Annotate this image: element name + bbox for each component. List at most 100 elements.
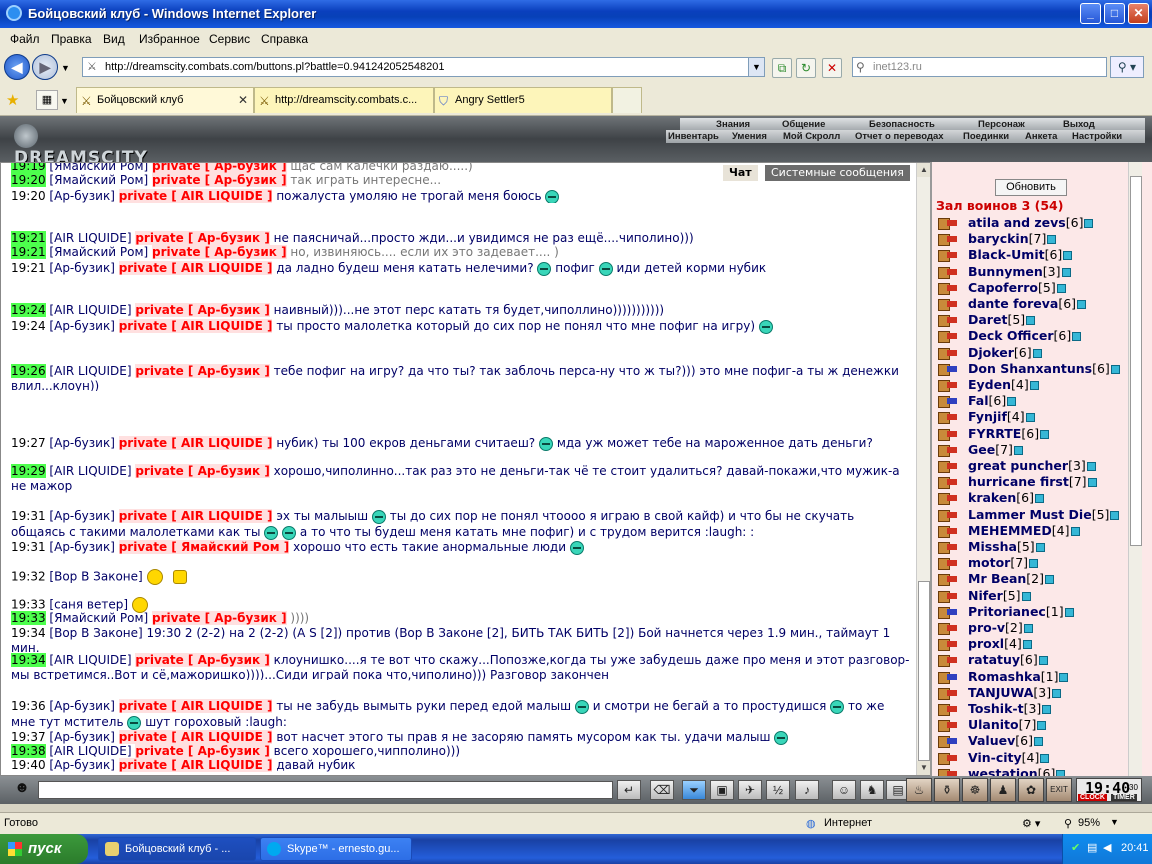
msg-nick[interactable]: [Ямайский Ром] [49, 245, 148, 259]
player-name[interactable]: Bunnymen [968, 264, 1043, 279]
tray-skype-icon[interactable]: ✔ [1071, 841, 1080, 854]
player-name[interactable]: TANJUWA [968, 685, 1033, 700]
pawn-icon[interactable]: ♟ [990, 778, 1016, 802]
menu-help[interactable]: Справка [261, 32, 308, 46]
bottle-icon[interactable]: ♨ [906, 778, 932, 802]
menu-view[interactable]: Вид [103, 32, 125, 46]
scroll-down-icon[interactable]: ▼ [917, 761, 931, 775]
msg-private[interactable]: private [ AIR LIQUIDE ] [118, 436, 273, 450]
menu-settings[interactable]: Настройки [1072, 131, 1122, 144]
player-info-icon[interactable] [1025, 413, 1035, 423]
msg-private[interactable]: private [ AIR LIQUIDE ] [118, 509, 273, 523]
player-name[interactable]: atila and zevs [968, 215, 1066, 230]
msg-private[interactable]: private [ AIR LIQUIDE ] [118, 319, 273, 333]
task-skype[interactable]: Skype™ - ernesto.gu... [260, 837, 412, 861]
music-icon[interactable]: ♪ [795, 780, 819, 800]
player-name[interactable]: Mr Bean [968, 571, 1026, 586]
tray-volume-icon[interactable]: ◀ [1103, 841, 1111, 854]
eraser-icon[interactable]: ⌫ [650, 780, 674, 800]
zoom-dropdown-icon[interactable]: ▼ [1110, 817, 1119, 827]
security-icon[interactable]: ⚙ ▾ [1022, 817, 1040, 830]
player-info-icon[interactable] [1037, 721, 1047, 731]
player-name[interactable]: Valuev [968, 733, 1015, 748]
new-tab-button[interactable] [612, 87, 642, 113]
msg-nick[interactable]: [Ар-бузик] [49, 730, 114, 744]
player-info-icon[interactable] [1052, 688, 1062, 698]
player-info-icon[interactable] [1035, 543, 1045, 552]
player-name[interactable]: Daret [968, 312, 1007, 327]
tab-angry-settler[interactable]: ⛉ Angry Settler5 [434, 87, 612, 113]
player-info-icon[interactable] [1087, 478, 1097, 488]
tab-list-dropdown-icon[interactable]: ▼ [60, 96, 69, 106]
tab-system-messages[interactable]: Системные сообщения [765, 165, 910, 181]
player-info-icon[interactable] [1040, 753, 1050, 763]
menu-transfer-report[interactable]: Отчет о переводах [855, 131, 944, 144]
player-info-icon[interactable] [1059, 672, 1069, 682]
player-name[interactable]: Fynjif [968, 409, 1007, 424]
player-info-icon[interactable] [1072, 332, 1082, 342]
player-name[interactable]: proxl [968, 636, 1004, 651]
player-info-icon[interactable] [1029, 559, 1039, 569]
msg-nick[interactable]: [Ар-бузик] [49, 189, 114, 203]
msg-private[interactable]: private [ Ар-бузик ] [135, 744, 270, 758]
player-info-icon[interactable] [1007, 397, 1017, 407]
player-name[interactable]: Don Shanxantuns [968, 361, 1092, 376]
menu-skills[interactable]: Умения [732, 131, 767, 144]
player-name[interactable]: ratatuy [968, 652, 1020, 667]
menu-tools[interactable]: Сервис [209, 32, 250, 46]
tab-fight-club[interactable]: ⚔ Бойцовский клуб ✕ [76, 87, 254, 113]
msg-private[interactable]: private [ Ар-бузик ] [152, 173, 287, 187]
player-info-icon[interactable] [1063, 251, 1073, 261]
msg-nick[interactable]: [AIR LIQUIDE] [49, 364, 131, 378]
refresh-icon[interactable]: ↻ [796, 58, 816, 78]
stop-icon[interactable]: ✕ [822, 58, 842, 78]
refresh-button[interactable]: Обновить [995, 179, 1067, 196]
player-name[interactable]: Pritorianec [968, 604, 1046, 619]
msg-nick[interactable]: [AIR LIQUIDE] [49, 231, 131, 245]
scroll-up-icon[interactable]: ▲ [917, 163, 931, 177]
exit-icon[interactable]: EXIT [1046, 778, 1072, 802]
msg-private[interactable]: private [ AIR LIQUIDE ] [118, 189, 273, 203]
save-icon[interactable]: ▣ [710, 780, 734, 800]
player-info-icon[interactable] [1029, 381, 1039, 390]
msg-private[interactable]: private [ Ар-бузик ] [135, 653, 270, 667]
tab-close-icon[interactable]: ✕ [238, 93, 248, 107]
msg-nick[interactable]: [AIR LIQUIDE] [49, 464, 131, 478]
player-name[interactable]: pro-v [968, 620, 1005, 635]
chest-icon[interactable]: ⚱ [934, 778, 960, 802]
msg-nick[interactable]: [AIR LIQUIDE] [49, 653, 131, 667]
player-info-icon[interactable] [1035, 494, 1044, 504]
player-info-icon[interactable] [1032, 348, 1042, 358]
player-name[interactable]: Vin-city [968, 750, 1022, 765]
player-name[interactable]: Eyden [968, 377, 1011, 392]
player-info-icon[interactable] [1013, 445, 1023, 455]
player-info-icon[interactable] [1042, 705, 1052, 714]
start-button[interactable]: пуск [0, 834, 88, 864]
msg-nick[interactable]: [Ар-бузик] [49, 319, 114, 333]
half-icon[interactable]: ½ [766, 780, 790, 800]
tab-dreamscity[interactable]: ⚔ http://dreamscity.combats.c... [254, 87, 434, 113]
player-info-icon[interactable] [1022, 640, 1032, 650]
chat-message-input[interactable] [38, 781, 613, 799]
menu-file[interactable]: Файл [10, 32, 40, 46]
zoom-level[interactable]: 95% [1078, 817, 1100, 829]
player-name[interactable]: great puncher [968, 458, 1068, 473]
player-name[interactable]: Black-Umit [968, 247, 1045, 262]
player-info-icon[interactable] [1047, 235, 1057, 245]
player-info-icon[interactable] [1110, 510, 1120, 520]
quick-tabs-icon[interactable]: ▦ [36, 90, 58, 110]
msg-nick[interactable]: [Ар-бузик] [49, 758, 114, 772]
player-name[interactable]: FYRRTE [968, 426, 1021, 441]
favorites-star-icon[interactable]: ★ [6, 91, 19, 109]
msg-private[interactable]: private [ AIR LIQUIDE ] [118, 261, 273, 275]
scroll-thumb[interactable] [1130, 176, 1142, 546]
address-dropdown-icon[interactable]: ▼ [748, 58, 764, 76]
player-name[interactable]: Capoferro [968, 280, 1038, 295]
walk-icon[interactable]: ✈ [738, 780, 762, 800]
player-name[interactable]: Djoker [968, 345, 1014, 360]
minimize-button[interactable]: _ [1080, 3, 1101, 24]
player-name[interactable]: Ulanito [968, 717, 1019, 732]
back-button[interactable]: ◀ [4, 54, 30, 80]
msg-private[interactable]: private [ AIR LIQUIDE ] [118, 699, 273, 713]
compatibility-icon[interactable]: ⧉ [772, 58, 792, 78]
